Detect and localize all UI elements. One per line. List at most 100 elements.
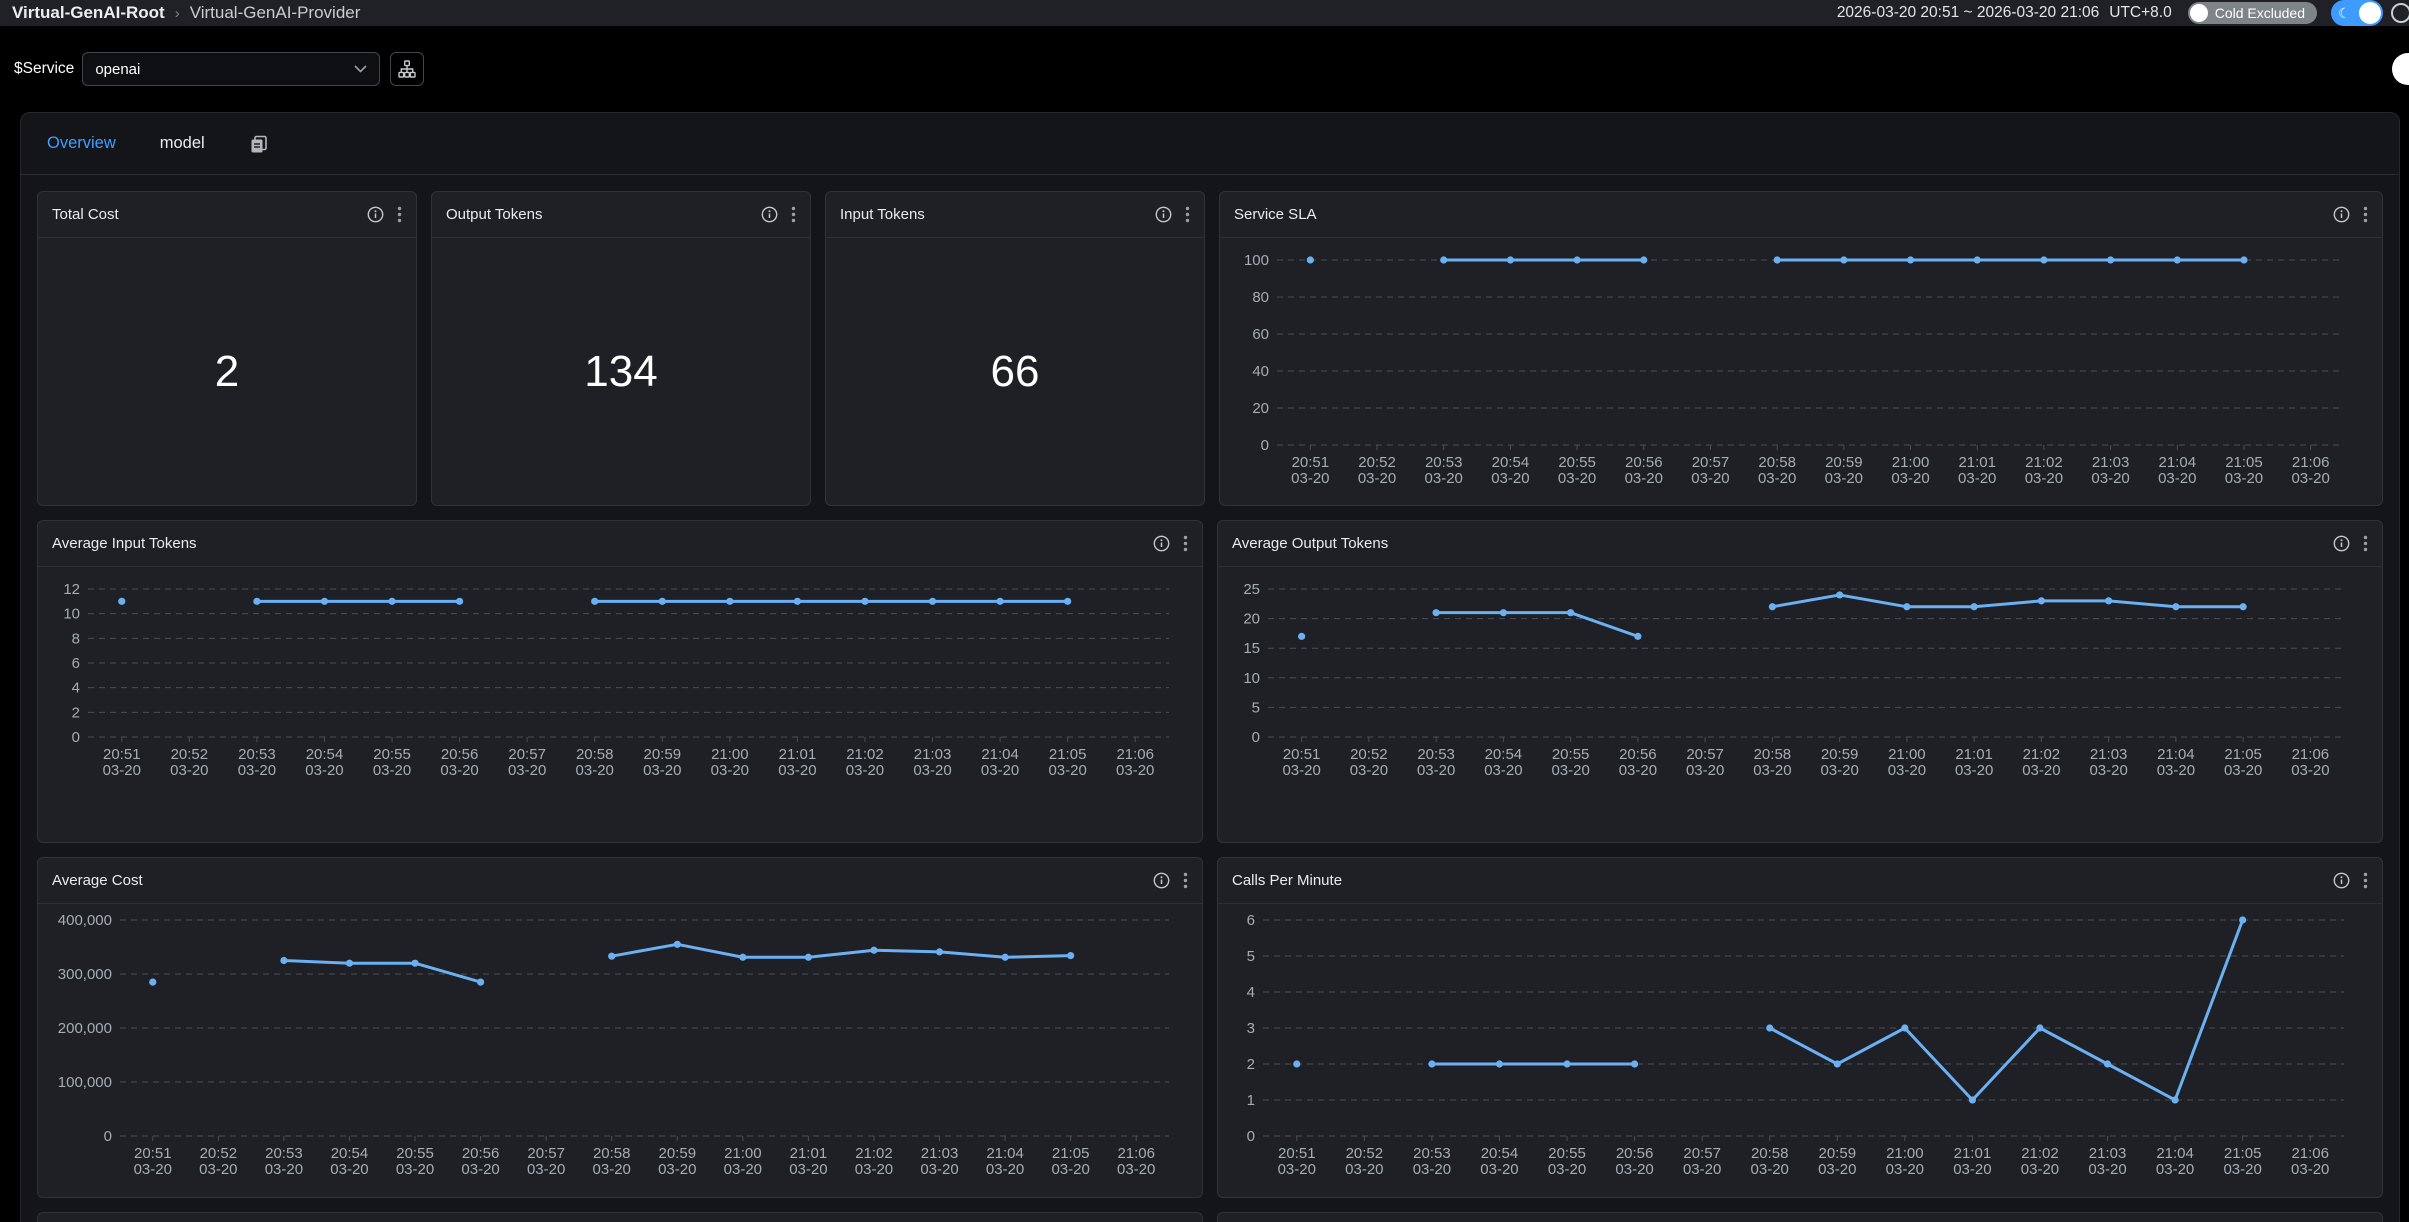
copy-dashboard-button[interactable] (249, 134, 269, 154)
svg-text:20:5303-20: 20:5303-20 (265, 1145, 303, 1178)
svg-text:21:0303-20: 21:0303-20 (920, 1145, 958, 1178)
info-icon[interactable] (1153, 872, 1170, 889)
kebab-menu-icon[interactable] (2363, 535, 2368, 552)
svg-text:21:0103-20: 21:0103-20 (1955, 746, 1993, 779)
svg-text:20:5503-20: 20:5503-20 (373, 746, 411, 779)
svg-text:21:0503-20: 21:0503-20 (1048, 746, 1086, 779)
info-icon[interactable] (367, 206, 384, 223)
svg-text:20:5303-20: 20:5303-20 (238, 746, 276, 779)
chart-average-input-tokens[interactable]: 12108642020:5103-2020:5203-2020:5303-202… (38, 567, 1202, 842)
svg-text:20:5603-20: 20:5603-20 (1619, 746, 1657, 779)
breadcrumb-root[interactable]: Virtual-GenAI-Root (12, 3, 165, 23)
kebab-menu-icon[interactable] (2363, 872, 2368, 889)
info-icon[interactable] (2333, 206, 2350, 223)
svg-text:4: 4 (1247, 984, 1255, 1001)
info-icon[interactable] (2333, 872, 2350, 889)
floating-assistant-button[interactable] (2392, 53, 2409, 85)
svg-text:25: 25 (1243, 581, 1260, 598)
info-icon[interactable] (1155, 206, 1172, 223)
info-icon[interactable] (761, 206, 778, 223)
panel-tools (2333, 206, 2368, 223)
svg-text:21:0403-20: 21:0403-20 (2157, 746, 2195, 779)
svg-text:0: 0 (72, 729, 80, 746)
top-bar: Virtual-GenAI-Root › Virtual-GenAI-Provi… (0, 0, 2409, 26)
toggle-knob (2190, 4, 2208, 22)
svg-text:4: 4 (72, 680, 80, 697)
svg-text:20:5903-20: 20:5903-20 (1825, 454, 1863, 487)
svg-text:21:0003-20: 21:0003-20 (1891, 454, 1929, 487)
panel-tools (1155, 206, 1190, 223)
svg-text:5: 5 (1247, 948, 1255, 965)
info-icon[interactable] (1153, 535, 1170, 552)
svg-text:6: 6 (72, 655, 80, 672)
panel-grid: Total Cost 2 Output Tokens (21, 175, 2399, 1222)
svg-text:20:5203-20: 20:5203-20 (1350, 746, 1388, 779)
panel-header: Calls Per Minute (1218, 858, 2382, 904)
panel-next-right (1217, 1212, 2383, 1222)
svg-text:20:5703-20: 20:5703-20 (508, 746, 546, 779)
chart-service-sla[interactable]: 10080604020020:5103-2020:5203-2020:5303-… (1220, 238, 2382, 505)
svg-text:0: 0 (104, 1128, 112, 1145)
svg-text:21:0303-20: 21:0303-20 (2089, 746, 2127, 779)
panel-tools (2333, 535, 2368, 552)
kebab-menu-icon[interactable] (1183, 535, 1188, 552)
topology-button[interactable] (390, 52, 424, 86)
kebab-menu-icon[interactable] (1185, 206, 1190, 223)
dark-mode-toggle[interactable]: ☾ (2331, 0, 2383, 26)
svg-text:20:5603-20: 20:5603-20 (1625, 454, 1663, 487)
svg-text:20:5103-20: 20:5103-20 (134, 1145, 172, 1178)
svg-text:20:5103-20: 20:5103-20 (1278, 1145, 1316, 1178)
panel-row-4 (37, 1212, 2383, 1222)
svg-text:20:5103-20: 20:5103-20 (1291, 454, 1329, 487)
svg-text:60: 60 (1252, 326, 1269, 343)
timezone-label[interactable]: UTC+8.0 (2109, 4, 2171, 22)
svg-text:20:5403-20: 20:5403-20 (1491, 454, 1529, 487)
tab-model[interactable]: model (160, 134, 205, 153)
panel-header: Average Cost (38, 858, 1202, 904)
svg-text:20:5203-20: 20:5203-20 (199, 1145, 237, 1178)
svg-text:21:0003-20: 21:0003-20 (711, 746, 749, 779)
panel-tools (1153, 535, 1188, 552)
svg-text:21:0203-20: 21:0203-20 (846, 746, 884, 779)
chart-calls-per-minute[interactable]: 654321020:5103-2020:5203-2020:5303-2020:… (1218, 904, 2382, 1197)
moon-icon: ☾ (2338, 4, 2351, 22)
panel-header: Input Tokens (826, 192, 1204, 238)
topbar-right: 2026-03-20 20:51 ~ 2026-03-20 21:06 UTC+… (1837, 0, 2397, 26)
chart-average-output-tokens[interactable]: 252015105020:5103-2020:5203-2020:5303-20… (1218, 567, 2382, 842)
kebab-menu-icon[interactable] (791, 206, 796, 223)
cold-excluded-toggle[interactable]: Cold Excluded (2188, 2, 2317, 24)
svg-text:0: 0 (1261, 437, 1269, 454)
kebab-menu-icon[interactable] (397, 206, 402, 223)
help-icon[interactable] (2391, 3, 2409, 23)
chevron-down-icon (354, 65, 367, 73)
panel-average-output-tokens: Average Output Tokens 252015105020:5103-… (1217, 520, 2383, 843)
kebab-menu-icon[interactable] (1183, 872, 1188, 889)
svg-text:20:5603-20: 20:5603-20 (461, 1145, 499, 1178)
time-range-picker[interactable]: 2026-03-20 20:51 ~ 2026-03-20 21:06 (1837, 4, 2099, 22)
svg-text:100: 100 (1244, 252, 1269, 269)
breadcrumb-current: Virtual-GenAI-Provider (190, 3, 361, 23)
svg-text:21:0603-20: 21:0603-20 (2291, 1145, 2329, 1178)
svg-text:400,000: 400,000 (58, 912, 112, 929)
kebab-menu-icon[interactable] (2363, 206, 2368, 223)
stat-body: 134 (432, 238, 810, 505)
svg-text:20:5503-20: 20:5503-20 (1548, 1145, 1586, 1178)
service-select[interactable]: openai (82, 52, 380, 86)
panel-title: Calls Per Minute (1232, 872, 1342, 889)
panel-title: Average Output Tokens (1232, 535, 1388, 552)
tab-overview[interactable]: Overview (47, 134, 116, 153)
info-icon[interactable] (2333, 535, 2350, 552)
sitemap-icon (398, 60, 416, 78)
svg-text:20:5803-20: 20:5803-20 (1758, 454, 1796, 487)
panel-total-cost: Total Cost 2 (37, 191, 417, 506)
stat-value: 66 (991, 347, 1040, 397)
panel-tools (761, 206, 796, 223)
panel-service-sla: Service SLA 10080604020020:5103-2020:520… (1219, 191, 2383, 506)
svg-text:2: 2 (72, 704, 80, 721)
chart-average-cost[interactable]: 400,000300,000200,000100,000020:5103-202… (38, 904, 1202, 1197)
svg-text:20:5303-20: 20:5303-20 (1425, 454, 1463, 487)
svg-text:21:0003-20: 21:0003-20 (724, 1145, 762, 1178)
svg-text:0: 0 (1247, 1128, 1255, 1145)
svg-text:21:0503-20: 21:0503-20 (2223, 1145, 2261, 1178)
svg-text:21:0603-20: 21:0603-20 (1116, 746, 1154, 779)
